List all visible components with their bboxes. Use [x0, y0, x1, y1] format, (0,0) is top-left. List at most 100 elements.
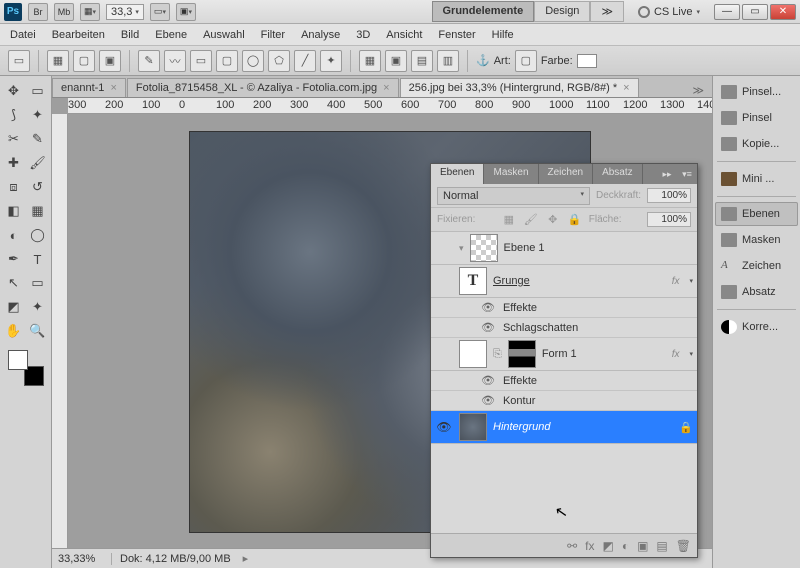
eye-icon[interactable]: 👁	[481, 321, 495, 334]
shape-layer-mode[interactable]: ▦	[47, 50, 69, 72]
menu-3d[interactable]: 3D	[356, 29, 370, 41]
crop-tool[interactable]: ✂	[3, 128, 25, 150]
status-zoom[interactable]: 33,33%	[52, 553, 112, 565]
menu-filter[interactable]: Filter	[261, 29, 285, 41]
menu-select[interactable]: Auswahl	[203, 29, 245, 41]
type-tool[interactable]: T	[27, 248, 49, 270]
layer-row-selected[interactable]: 👁 Hintergrund 🔒	[431, 411, 697, 444]
panel-menu-icon[interactable]: ▾≡	[677, 164, 697, 184]
panel-collapse-icon[interactable]: ▸▸	[657, 164, 677, 184]
polygon-shape[interactable]: ⬠	[268, 50, 290, 72]
dock-brush-presets[interactable]: Pinsel...	[715, 80, 798, 104]
minibridge-button[interactable]: Mb	[54, 3, 74, 21]
bridge-button[interactable]: Br	[28, 3, 48, 21]
layer-name[interactable]: Grunge	[493, 275, 666, 287]
layer-name[interactable]: Form 1	[542, 348, 666, 360]
tabs-overflow[interactable]: ≫	[684, 84, 712, 97]
close-button[interactable]: ✕	[770, 4, 796, 20]
custom-shape[interactable]: ✦	[320, 50, 342, 72]
layer-name[interactable]: Ebene 1	[504, 242, 693, 254]
maximize-button[interactable]: ▭	[742, 4, 768, 20]
dock-paragraph[interactable]: Absatz	[715, 280, 798, 304]
tab-paragraph[interactable]: Absatz	[593, 164, 643, 184]
eyedropper-tool[interactable]: ✎	[27, 128, 49, 150]
stamp-tool[interactable]: ⧈	[3, 176, 25, 198]
rect-shape[interactable]: ▭	[190, 50, 212, 72]
line-shape[interactable]: ╱	[294, 50, 316, 72]
blur-tool[interactable]: ◐	[3, 224, 25, 246]
layer-row[interactable]: ▾ Ebene 1	[431, 232, 697, 265]
fx-icon[interactable]: fx	[585, 539, 594, 553]
freeform-pen-icon[interactable]: 〰	[164, 50, 186, 72]
tab-masks[interactable]: Masken	[484, 164, 538, 184]
visibility-toggle[interactable]	[435, 272, 453, 290]
visibility-toggle[interactable]	[435, 345, 453, 363]
layer-row[interactable]: ⎘ Form 1 fx▾	[431, 338, 697, 371]
close-icon[interactable]: ×	[383, 82, 389, 94]
menu-layer[interactable]: Ebene	[155, 29, 187, 41]
mask-icon[interactable]: ◩	[602, 539, 613, 553]
tab-2[interactable]: Fotolia_8715458_XL - © Azaliya - Fotolia…	[127, 78, 399, 97]
menu-window[interactable]: Fenster	[438, 29, 475, 41]
ellipse-shape[interactable]: ◯	[242, 50, 264, 72]
visibility-toggle[interactable]	[435, 239, 453, 257]
tool-preset[interactable]: ▭	[8, 50, 30, 72]
extras-button[interactable]: ▦▾	[80, 3, 100, 21]
3d-camera-tool[interactable]: ✦	[27, 296, 49, 318]
roundrect-shape[interactable]: ▢	[216, 50, 238, 72]
close-icon[interactable]: ×	[110, 82, 116, 94]
eraser-tool[interactable]: ◧	[3, 200, 25, 222]
screenmode-button[interactable]: ▣▾	[176, 3, 196, 21]
combine-add[interactable]: ▣	[385, 50, 407, 72]
fill-value[interactable]: 100%	[647, 212, 691, 227]
zoom-tool[interactable]: 🔍	[27, 320, 49, 342]
eye-icon[interactable]: 👁	[481, 394, 495, 407]
combine-subtract[interactable]: ▤	[411, 50, 433, 72]
path-mode[interactable]: ▢	[73, 50, 95, 72]
dock-adjustments[interactable]: Korre...	[715, 315, 798, 339]
dock-clone[interactable]: Kopie...	[715, 132, 798, 156]
workspace-essentials[interactable]: Grundelemente	[432, 1, 535, 22]
fx-badge[interactable]: fx	[672, 276, 680, 287]
menu-analysis[interactable]: Analyse	[301, 29, 340, 41]
layer-effect-shadow[interactable]: 👁Schlagschatten	[431, 318, 697, 338]
color-swatch[interactable]	[577, 54, 597, 68]
path-tool[interactable]: ↖	[3, 272, 25, 294]
move-tool[interactable]: ✥	[3, 80, 25, 102]
workspace-more[interactable]: ≫	[590, 1, 624, 22]
link-icon[interactable]: ⚯	[567, 539, 577, 553]
combine-intersect[interactable]: ▥	[437, 50, 459, 72]
dock-layers[interactable]: Ebenen	[715, 202, 798, 226]
minimize-button[interactable]: —	[714, 4, 740, 20]
group-icon[interactable]: ▣	[637, 539, 648, 553]
layer-effects[interactable]: 👁Effekte	[431, 298, 697, 318]
blend-mode[interactable]: Normal▾	[437, 187, 590, 205]
tab-layers[interactable]: Ebenen	[431, 164, 484, 184]
layer-effect-contour[interactable]: 👁Kontur	[431, 391, 697, 411]
new-layer-icon[interactable]: ▤	[656, 539, 667, 553]
color-picker[interactable]	[8, 350, 44, 386]
heal-tool[interactable]: ✚	[3, 152, 25, 174]
lock-all-icon[interactable]: 🔒	[567, 212, 583, 228]
gradient-tool[interactable]: ▦	[27, 200, 49, 222]
fill-mode[interactable]: ▣	[99, 50, 121, 72]
fx-badge[interactable]: fx	[672, 349, 680, 360]
eye-icon[interactable]: 👁	[481, 301, 495, 314]
dodge-tool[interactable]: ◯	[27, 224, 49, 246]
pen-tool[interactable]: ✒	[3, 248, 25, 270]
tab-1[interactable]: enannt-1×	[52, 78, 126, 97]
lasso-tool[interactable]: ⟆	[3, 104, 25, 126]
combine-new[interactable]: ▦	[359, 50, 381, 72]
3d-tool[interactable]: ◩	[3, 296, 25, 318]
shape-tool[interactable]: ▭	[27, 272, 49, 294]
trash-icon[interactable]: 🗑	[676, 539, 691, 553]
tab-3[interactable]: 256.jpg bei 33,3% (Hintergrund, RGB/8#) …	[400, 78, 639, 97]
tab-character[interactable]: Zeichen	[539, 164, 594, 184]
cslive-button[interactable]: CS Live▾	[638, 6, 700, 18]
zoom-combo[interactable]: 33,3▾	[106, 4, 144, 20]
wand-tool[interactable]: ✦	[27, 104, 49, 126]
menu-view[interactable]: Ansicht	[386, 29, 422, 41]
menu-file[interactable]: Datei	[10, 29, 36, 41]
dock-masks[interactable]: Masken	[715, 228, 798, 252]
dock-minibridge[interactable]: Mini ...	[715, 167, 798, 191]
